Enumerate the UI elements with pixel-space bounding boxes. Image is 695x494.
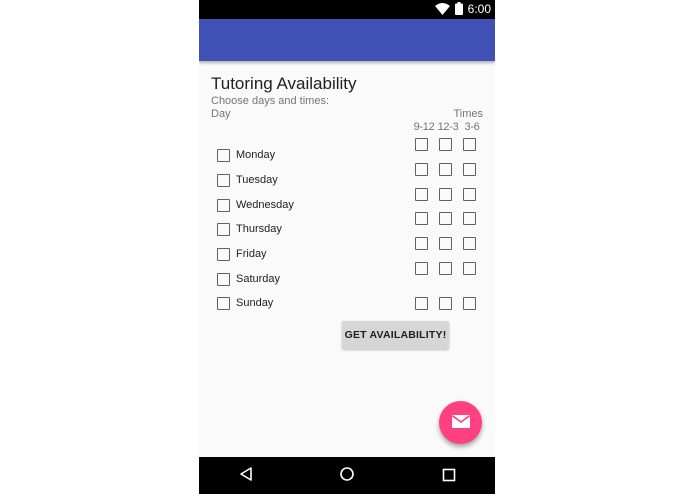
time-slot-checkbox[interactable] xyxy=(415,212,428,225)
wifi-icon xyxy=(434,0,450,19)
time-slot-checkbox[interactable] xyxy=(463,262,476,275)
status-time: 6:00 xyxy=(467,2,491,16)
day-label-tuesday: Tuesday xyxy=(236,174,278,186)
time-slot-checkbox[interactable] xyxy=(463,163,476,176)
time-slot-checkbox[interactable] xyxy=(415,297,428,310)
time-slot-checkbox[interactable] xyxy=(439,237,452,250)
day-column-header: Day xyxy=(211,108,231,120)
email-icon xyxy=(451,413,470,432)
email-fab-button[interactable] xyxy=(439,401,482,444)
time-slot-checkbox[interactable] xyxy=(415,262,428,275)
battery-icon xyxy=(454,0,463,19)
time-slot-checkbox[interactable] xyxy=(439,262,452,275)
day-label-saturday: Saturday xyxy=(236,273,281,285)
time-slot-checkbox[interactable] xyxy=(439,138,452,151)
home-button[interactable] xyxy=(337,466,357,486)
time-slot-checkbox[interactable] xyxy=(415,138,428,151)
recents-button[interactable] xyxy=(439,466,459,486)
day-checkbox-tuesday[interactable] xyxy=(217,174,230,187)
time-slot-checkbox[interactable] xyxy=(439,297,452,310)
availability-form: Tutoring Availability Choose days and ti… xyxy=(199,61,495,457)
day-checkbox-thursday[interactable] xyxy=(217,223,230,236)
app-bar xyxy=(199,19,495,61)
day-checkbox-monday[interactable] xyxy=(217,149,230,162)
day-checkbox-friday[interactable] xyxy=(217,248,230,261)
phone-screen: 6:00 Tutoring Availability Choose days a… xyxy=(199,0,495,494)
time-column-label: 9-12 xyxy=(413,121,435,133)
time-slot-checkbox[interactable] xyxy=(415,237,428,250)
day-checkbox-saturday[interactable] xyxy=(217,273,230,286)
back-button[interactable] xyxy=(236,466,256,486)
time-slot-checkbox[interactable] xyxy=(415,163,428,176)
day-label-friday: Friday xyxy=(236,248,267,260)
times-column-header: Times xyxy=(453,108,483,120)
time-slot-checkbox[interactable] xyxy=(463,237,476,250)
page-title: Tutoring Availability xyxy=(211,74,357,93)
time-column-label: 12-3 xyxy=(437,121,459,133)
time-slot-checkbox[interactable] xyxy=(463,138,476,151)
day-checkbox-sunday[interactable] xyxy=(217,297,230,310)
day-label-sunday: Sunday xyxy=(236,297,274,309)
time-slot-checkbox[interactable] xyxy=(463,212,476,225)
day-label-thursday: Thursday xyxy=(236,223,282,235)
time-column-label: 3-6 xyxy=(464,121,480,133)
time-slot-checkbox[interactable] xyxy=(463,188,476,201)
get-availability-button[interactable]: GET AVAILABILITY! xyxy=(342,321,449,349)
back-icon xyxy=(239,466,253,486)
time-slot-checkbox[interactable] xyxy=(415,188,428,201)
time-slot-checkbox[interactable] xyxy=(439,188,452,201)
status-bar: 6:00 xyxy=(199,0,495,19)
day-label-monday: Monday xyxy=(236,149,276,161)
day-label-wednesday: Wednesday xyxy=(236,199,294,211)
time-slot-checkbox[interactable] xyxy=(439,163,452,176)
recents-icon xyxy=(442,467,456,486)
page-subtitle: Choose days and times: xyxy=(211,95,330,107)
time-slot-checkbox[interactable] xyxy=(439,212,452,225)
home-icon xyxy=(339,466,355,486)
navigation-bar xyxy=(199,457,495,494)
time-slot-checkbox[interactable] xyxy=(463,297,476,310)
day-checkbox-wednesday[interactable] xyxy=(217,199,230,212)
